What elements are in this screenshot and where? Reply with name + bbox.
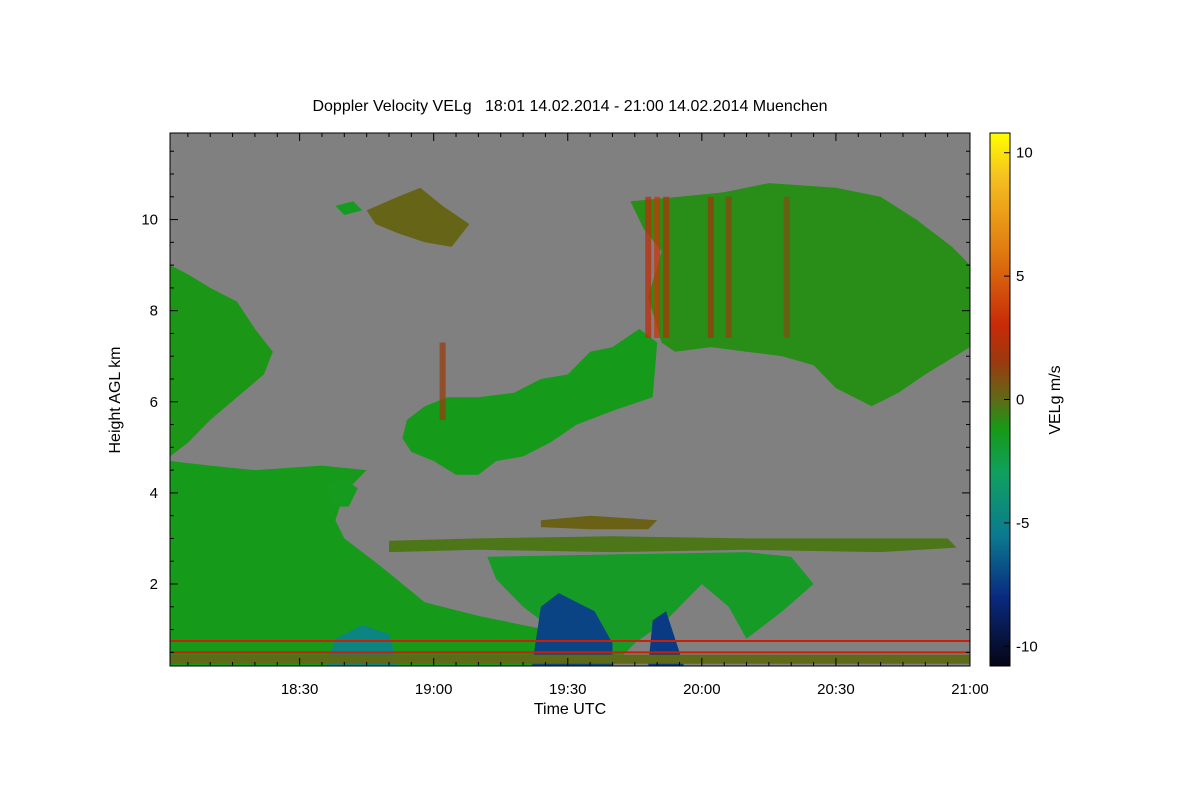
x-axis-label: Time UTC <box>534 701 606 718</box>
velocity-streak <box>783 196 790 338</box>
x-tick-label: 21:00 <box>951 681 989 698</box>
colorbar-tick-label: -10 <box>1016 638 1038 655</box>
y-tick-label: 8 <box>150 303 158 320</box>
velocity-streak <box>645 196 652 338</box>
velocity-streak <box>654 196 661 338</box>
velocity-streak <box>663 196 670 338</box>
y-tick-label: 6 <box>150 394 158 411</box>
echo-region <box>170 654 970 664</box>
echo-region <box>389 536 957 553</box>
x-tick-label: 20:00 <box>683 681 721 698</box>
colorbar-tick-label: -5 <box>1016 515 1029 532</box>
y-tick-label: 10 <box>141 212 158 229</box>
y-axis-label: Height AGL km <box>107 346 124 453</box>
velocity-streak <box>439 342 446 420</box>
colorbar-label: VELg m/s <box>1047 365 1064 434</box>
colorbar-tick-label: 5 <box>1016 268 1024 285</box>
x-tick-label: 19:30 <box>549 681 587 698</box>
y-tick-label: 2 <box>150 576 158 593</box>
velocity-streak <box>707 196 714 338</box>
x-tick-label: 19:00 <box>415 681 453 698</box>
x-tick-label: 18:30 <box>281 681 319 698</box>
x-tick-label: 20:30 <box>817 681 855 698</box>
colorbar-tick-label: 0 <box>1016 392 1024 409</box>
y-tick-label: 4 <box>150 485 158 502</box>
velocity-streak <box>725 196 732 338</box>
colorbar-tick-label: 10 <box>1016 145 1033 162</box>
doppler-velocity-chart: 18:30 19:00 19:30 20:00 20:30 21:00 2 4 6 8 10 Ti… <box>107 132 1064 718</box>
